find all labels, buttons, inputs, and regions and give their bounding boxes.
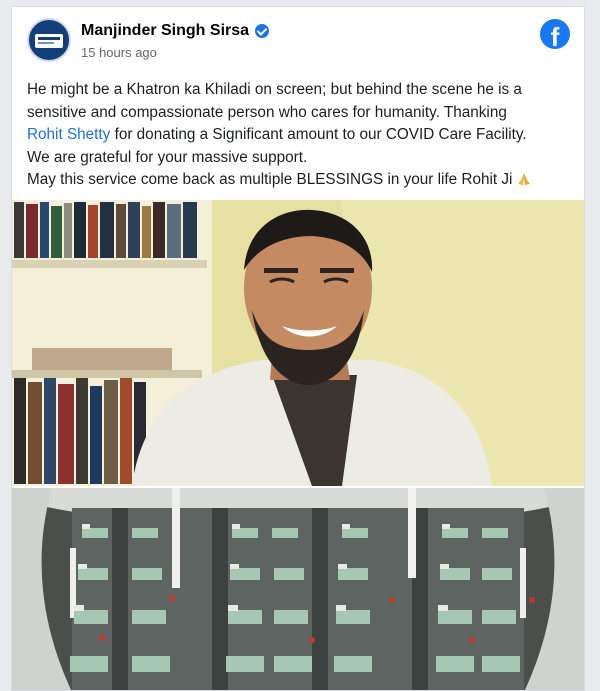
facility-hall-illustration xyxy=(12,488,584,690)
post-text: He might be a Khatron ka Khiladi on scre… xyxy=(27,79,575,192)
post-text-line: We are grateful for your massive support… xyxy=(27,148,308,166)
post-text-line: May this service come back as multiple B… xyxy=(27,169,575,192)
folded-hands-icon xyxy=(518,173,531,185)
facebook-logo-icon: f xyxy=(540,19,570,49)
post-photo-covid-facility[interactable] xyxy=(12,488,584,690)
author-name[interactable]: Manjinder Singh Sirsa xyxy=(81,22,249,40)
post-photo-portrait[interactable] xyxy=(12,200,584,486)
avatar[interactable] xyxy=(27,18,71,62)
post-text-line: sensitive and compassionate person who c… xyxy=(27,102,575,125)
author-row: Manjinder Singh Sirsa xyxy=(81,22,270,40)
facebook-post-card: Manjinder Singh Sirsa 15 hours ago f He … xyxy=(11,6,585,691)
post-text-segment: sensitive and compassionate person who c… xyxy=(27,103,507,121)
post-text-segment: May this service come back as multiple B… xyxy=(27,171,513,188)
post-text-line: He might be a Khatron ka Khiladi on scre… xyxy=(27,81,522,98)
post-text-line: Rohit Shetty for donating a Significant … xyxy=(27,124,575,147)
post-header: Manjinder Singh Sirsa 15 hours ago f xyxy=(12,7,584,75)
tagged-person-link[interactable]: Rohit Shetty xyxy=(27,126,110,143)
verified-badge-icon xyxy=(255,24,270,38)
portrait-illustration xyxy=(12,200,584,486)
post-text-segment: for donating a Significant amount to our… xyxy=(110,126,527,143)
post-timestamp[interactable]: 15 hours ago xyxy=(81,45,157,60)
